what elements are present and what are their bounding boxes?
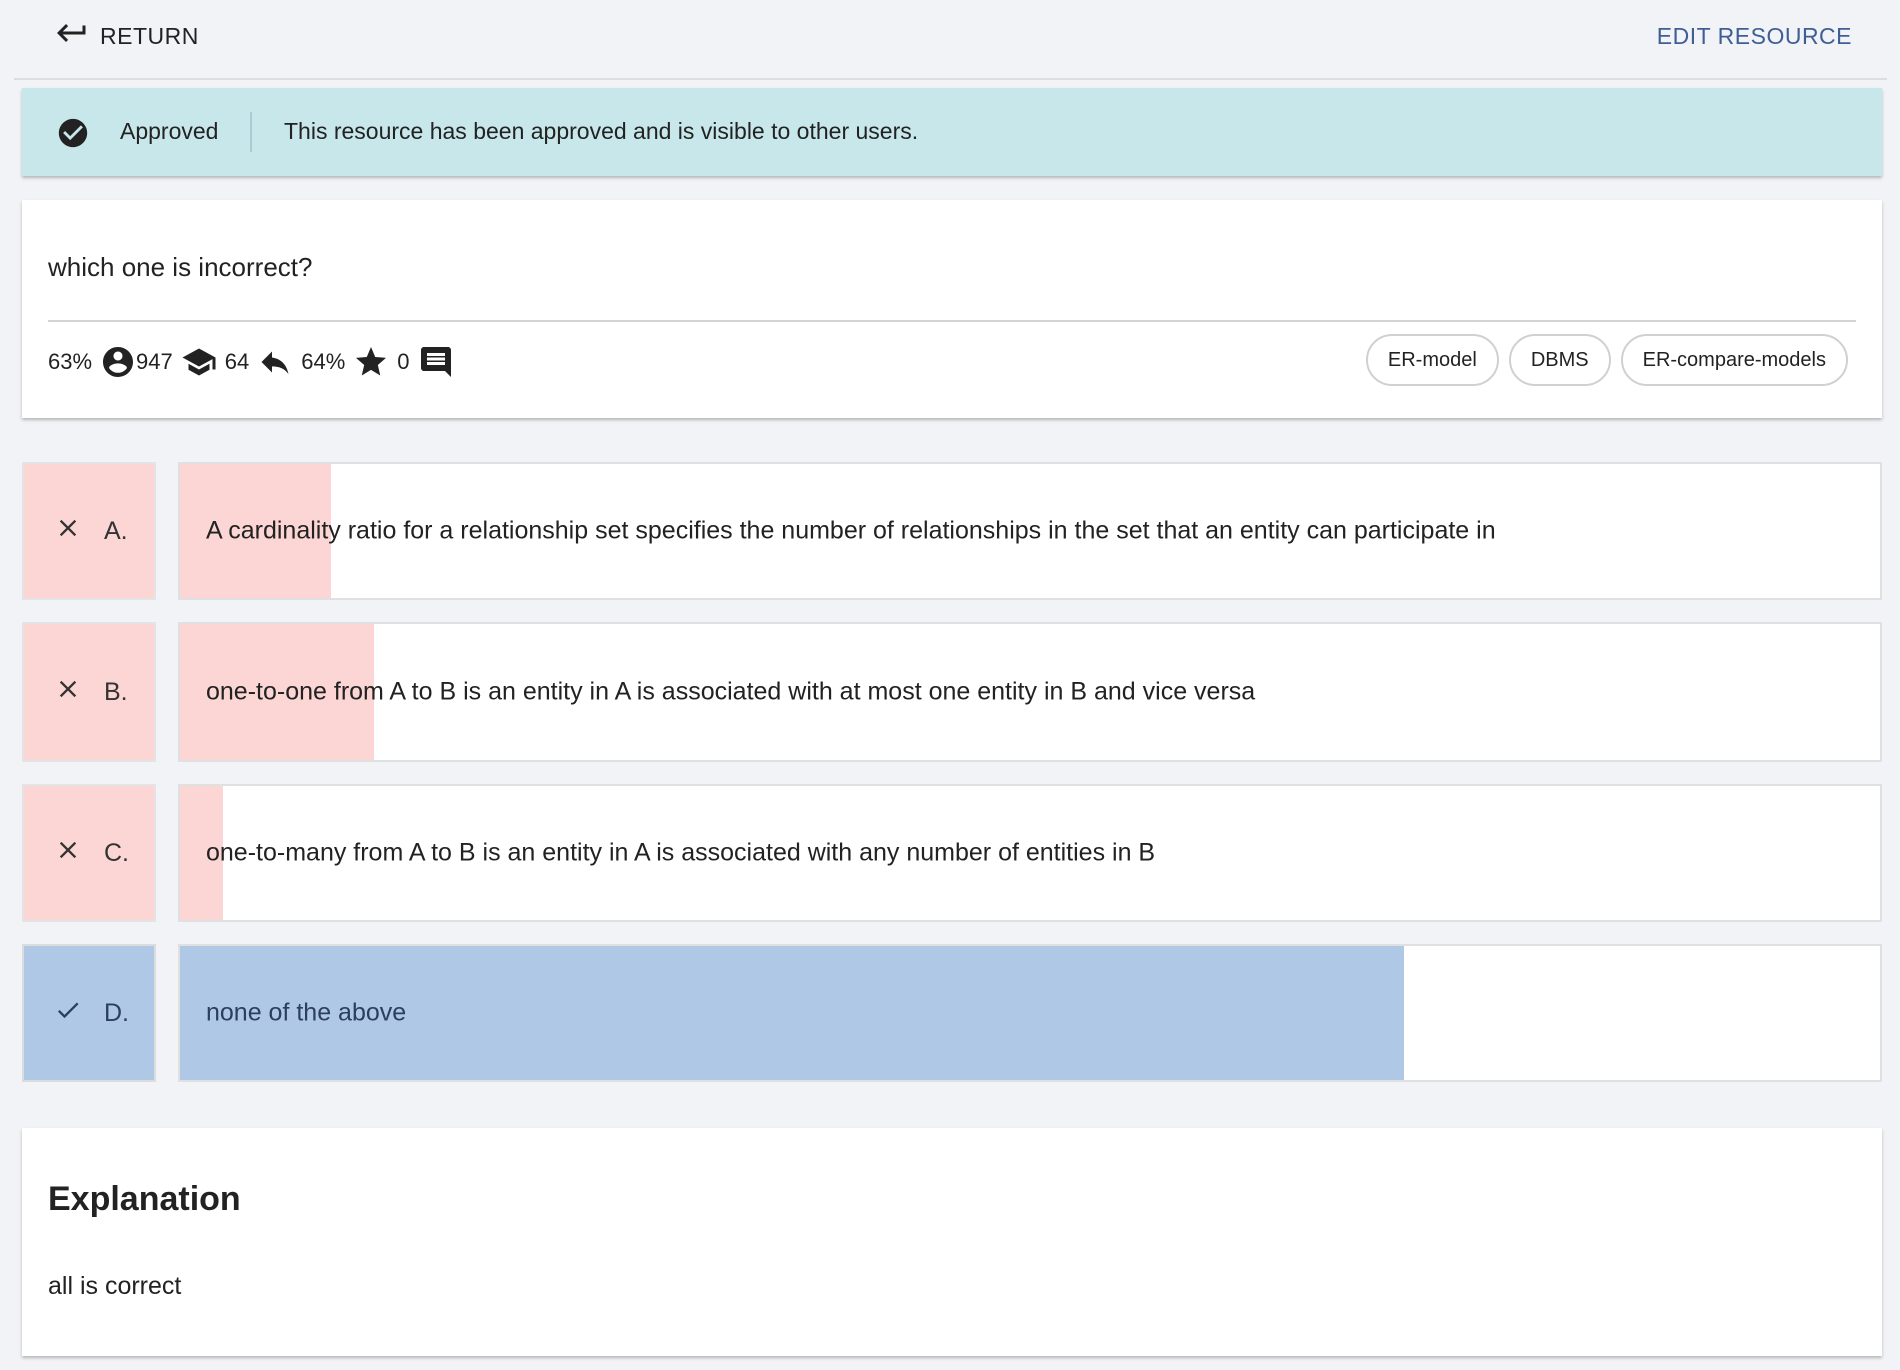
- answer-body: A cardinality ratio for a relationship s…: [178, 462, 1882, 600]
- approval-message: This resource has been approved and is v…: [284, 118, 919, 144]
- answer-option-a[interactable]: A. A cardinality ratio for a relationshi…: [22, 462, 1882, 600]
- answer-option-c[interactable]: C. one-to-many from A to B is an entity …: [22, 784, 1882, 922]
- answer-text: none of the above: [206, 998, 407, 1027]
- user-icon: [100, 344, 136, 380]
- question-card: which one is incorrect? 63% 947 64 64% 0…: [22, 200, 1882, 418]
- answer-text: one-to-one from A to B is an entity in A…: [206, 677, 1256, 706]
- comment-icon[interactable]: [418, 344, 454, 380]
- question-text: which one is incorrect?: [48, 252, 313, 282]
- answer-body: none of the above: [178, 944, 1882, 1082]
- response-percent: 64%: [301, 349, 346, 374]
- banner-divider: [250, 112, 252, 152]
- explanation-text: all is correct: [48, 1272, 182, 1300]
- return-button[interactable]: RETURN: [54, 18, 199, 54]
- answer-letter: B.: [104, 677, 128, 706]
- answer-text: A cardinality ratio for a relationship s…: [206, 516, 1496, 545]
- graduation-cap-icon: [181, 344, 217, 380]
- reply-icon: [257, 344, 293, 380]
- rating-value: 0: [397, 349, 410, 374]
- question-divider: [48, 320, 1856, 322]
- explanation-card: Explanation all is correct: [22, 1128, 1882, 1356]
- answer-letter-box: A.: [22, 462, 156, 600]
- check-circle-icon: [56, 116, 90, 150]
- percent-correct: 63%: [48, 349, 93, 374]
- close-icon: [54, 514, 82, 549]
- level-value: 64: [224, 349, 250, 374]
- answer-text: one-to-many from A to B is an entity in …: [206, 838, 1156, 867]
- check-icon: [54, 996, 82, 1031]
- answer-letter: D.: [104, 998, 129, 1027]
- question-stats: 63% 947 64 64% 0: [48, 342, 454, 382]
- return-arrow-icon: [54, 15, 90, 57]
- answer-body: one-to-many from A to B is an entity in …: [178, 784, 1882, 922]
- answer-letter-box: D.: [22, 944, 156, 1082]
- edit-resource-button[interactable]: EDIT RESOURCE: [1657, 18, 1852, 54]
- top-bar: RETURN EDIT RESOURCE: [14, 0, 1887, 80]
- tag-chip[interactable]: DBMS: [1508, 334, 1611, 386]
- answer-letter-box: C.: [22, 784, 156, 922]
- tag-chip[interactable]: ER-model: [1365, 334, 1499, 386]
- answer-letter: C.: [104, 838, 129, 867]
- tag-list: ER-model DBMS ER-compare-models: [1365, 334, 1848, 386]
- return-label: RETURN: [100, 22, 199, 49]
- star-icon: [353, 344, 389, 380]
- close-icon: [54, 675, 82, 710]
- tag-chip[interactable]: ER-compare-models: [1620, 334, 1848, 386]
- edit-resource-label: EDIT RESOURCE: [1656, 22, 1852, 49]
- user-count: 947: [136, 349, 173, 374]
- approval-status: Approved: [120, 118, 219, 144]
- answer-letter-box: B.: [22, 622, 156, 762]
- answer-body: one-to-one from A to B is an entity in A…: [178, 622, 1882, 762]
- answer-option-d[interactable]: D. none of the above: [22, 944, 1882, 1082]
- close-icon: [54, 836, 82, 871]
- approval-banner: Approved This resource has been approved…: [22, 88, 1882, 176]
- answer-letter: A.: [104, 516, 128, 545]
- answer-option-b[interactable]: B. one-to-one from A to B is an entity i…: [22, 622, 1882, 762]
- explanation-title: Explanation: [48, 1180, 241, 1218]
